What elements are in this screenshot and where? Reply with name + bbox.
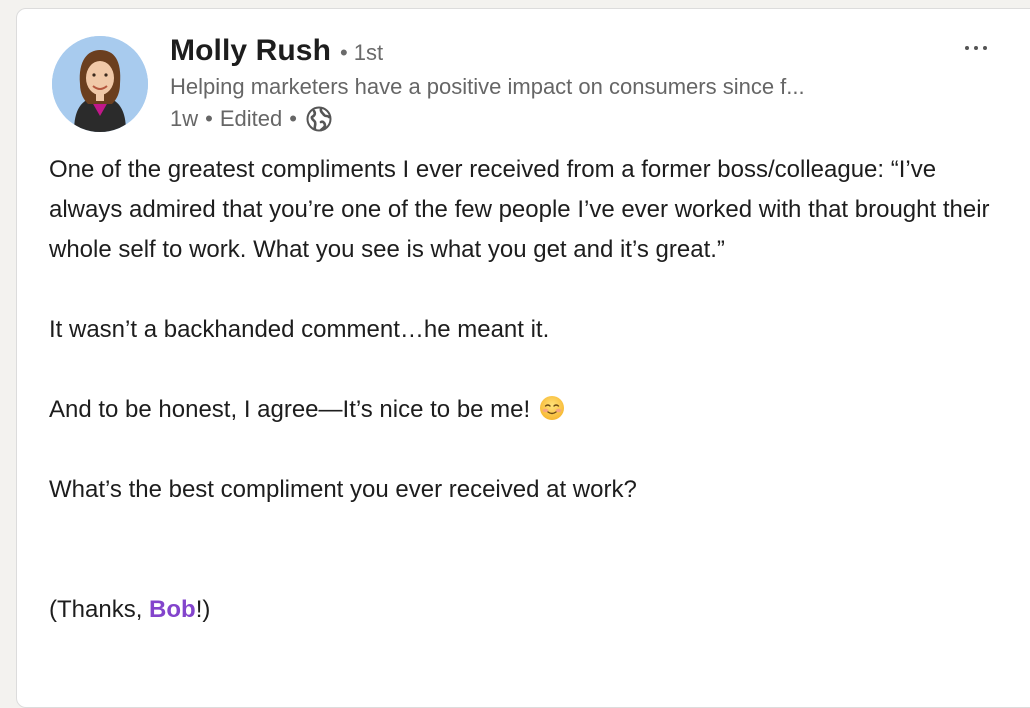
smiling-face-icon [539,394,565,420]
more-dot [965,46,969,50]
more-dot [974,46,978,50]
post-meta: 1w • Edited • [170,104,332,134]
post-body: One of the greatest compliments I ever r… [49,150,1009,630]
connection-degree-label: 1st [353,40,384,65]
post-paragraph: It wasn’t a backhanded comment…he meant … [49,316,550,343]
separator-dot: • [205,106,213,131]
globe-icon [306,106,332,132]
separator-dot: • [340,40,348,65]
mention-link[interactable]: Bob [149,596,196,623]
post-paragraph: And to be honest, I agree—It’s nice to b… [49,390,1009,430]
closing-suffix: !) [195,596,211,623]
connection-degree: • 1st [340,40,383,66]
author-photo [52,36,148,132]
author-headline: Helping marketers have a positive impact… [170,74,805,99]
post-age[interactable]: 1w [170,106,198,132]
post-paragraph: What’s the best compliment you ever rece… [49,476,637,503]
edited-label: Edited [219,106,283,131]
more-options-icon[interactable] [956,36,996,60]
post-closing: (Thanks, Bob!) [49,590,1009,630]
closing-prefix: (Thanks, [49,596,150,623]
post-paragraph-text: And to be honest, I agree—It’s nice to b… [49,396,531,423]
author-name-row: Molly Rush • 1st [170,34,383,72]
author-name[interactable]: Molly Rush [170,34,331,68]
more-dot [983,46,987,50]
separator-dot: • [289,106,297,131]
post-paragraph: One of the greatest compliments I ever r… [49,156,990,263]
author-avatar[interactable] [52,36,148,132]
